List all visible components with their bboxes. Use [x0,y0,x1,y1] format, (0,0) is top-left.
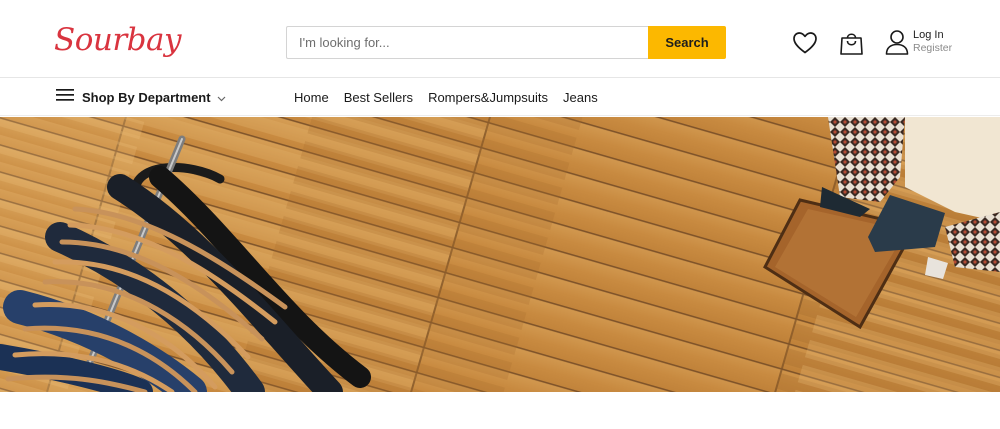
search-form: Search [286,26,726,59]
site-header: Sourbay Search Log In Register [0,0,1000,78]
search-button[interactable]: Search [648,26,726,59]
nav-item-rompers-jumpsuits[interactable]: Rompers&Jumpsuits [428,90,548,105]
shopping-bag-icon[interactable] [839,30,864,56]
login-link[interactable]: Log In [913,29,952,41]
search-input[interactable] [286,26,648,59]
nav-item-best-sellers[interactable]: Best Sellers [344,90,413,105]
department-label: Shop By Department [82,90,211,105]
nav-item-home[interactable]: Home [294,90,329,105]
hero-banner[interactable] [0,117,1000,392]
brand-logo[interactable]: Sourbay [54,20,182,60]
nav-menu: Home Best Sellers Rompers&Jumpsuits Jean… [294,79,613,116]
account-links: Log In Register [913,29,952,54]
nav-item-jeans[interactable]: Jeans [563,90,598,105]
register-link[interactable]: Register [913,42,952,54]
heart-icon[interactable] [792,31,818,55]
main-navigation: Shop By Department Home Best Sellers Rom… [0,79,1000,116]
shop-by-department-button[interactable]: Shop By Department [56,79,226,116]
chevron-down-icon [217,89,226,107]
hamburger-menu-icon [56,88,74,107]
hero-image [0,117,1000,392]
user-icon[interactable] [885,29,909,55]
